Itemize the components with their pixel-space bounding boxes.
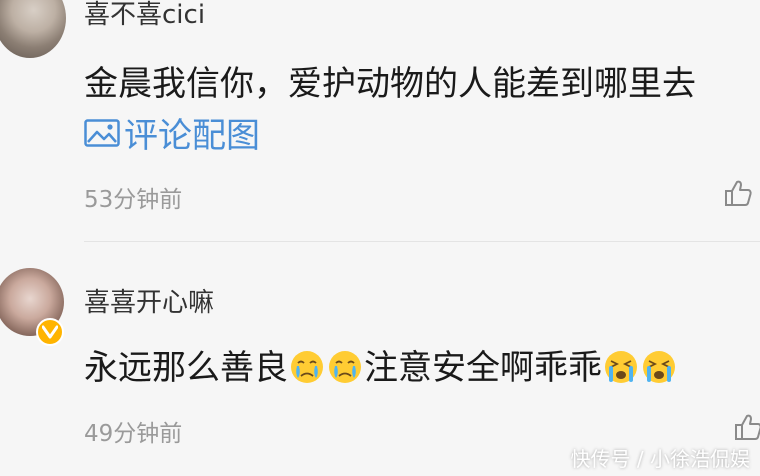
- verified-badge: [36, 318, 64, 346]
- image-link-label: 评论配图: [124, 116, 260, 156]
- verified-v-icon: [42, 325, 58, 339]
- comment-username[interactable]: 喜喜开心嘛: [84, 282, 214, 319]
- comment-time: 53分钟前: [84, 187, 183, 213]
- comment-divider: [84, 241, 760, 242]
- watermark: 快传号 / 小徐浩侃娱: [570, 447, 750, 471]
- comment-image-link[interactable]: 评论配图: [84, 108, 260, 157]
- loudly-crying-face-emoji-icon: [605, 351, 637, 383]
- avatar[interactable]: [0, 0, 66, 58]
- picture-icon: [84, 118, 120, 147]
- comment-content: 永远那么善良 注意安全啊乖乖: [84, 340, 678, 389]
- thumbs-up-icon[interactable]: [723, 178, 753, 208]
- crying-face-emoji-icon: [291, 351, 323, 383]
- crying-face-emoji-icon: [329, 351, 361, 383]
- comment-content: 金晨我信你，爱护动物的人能差到哪里去: [84, 64, 696, 104]
- loudly-crying-face-emoji-icon: [643, 351, 675, 383]
- comment-time: 49分钟前: [84, 421, 183, 447]
- comment-username[interactable]: 喜不喜cici: [84, 0, 205, 31]
- comment-content-part1: 永远那么善良: [84, 348, 288, 388]
- thumbs-up-icon[interactable]: [733, 412, 760, 442]
- comment-content-part2: 注意安全啊乖乖: [364, 348, 602, 388]
